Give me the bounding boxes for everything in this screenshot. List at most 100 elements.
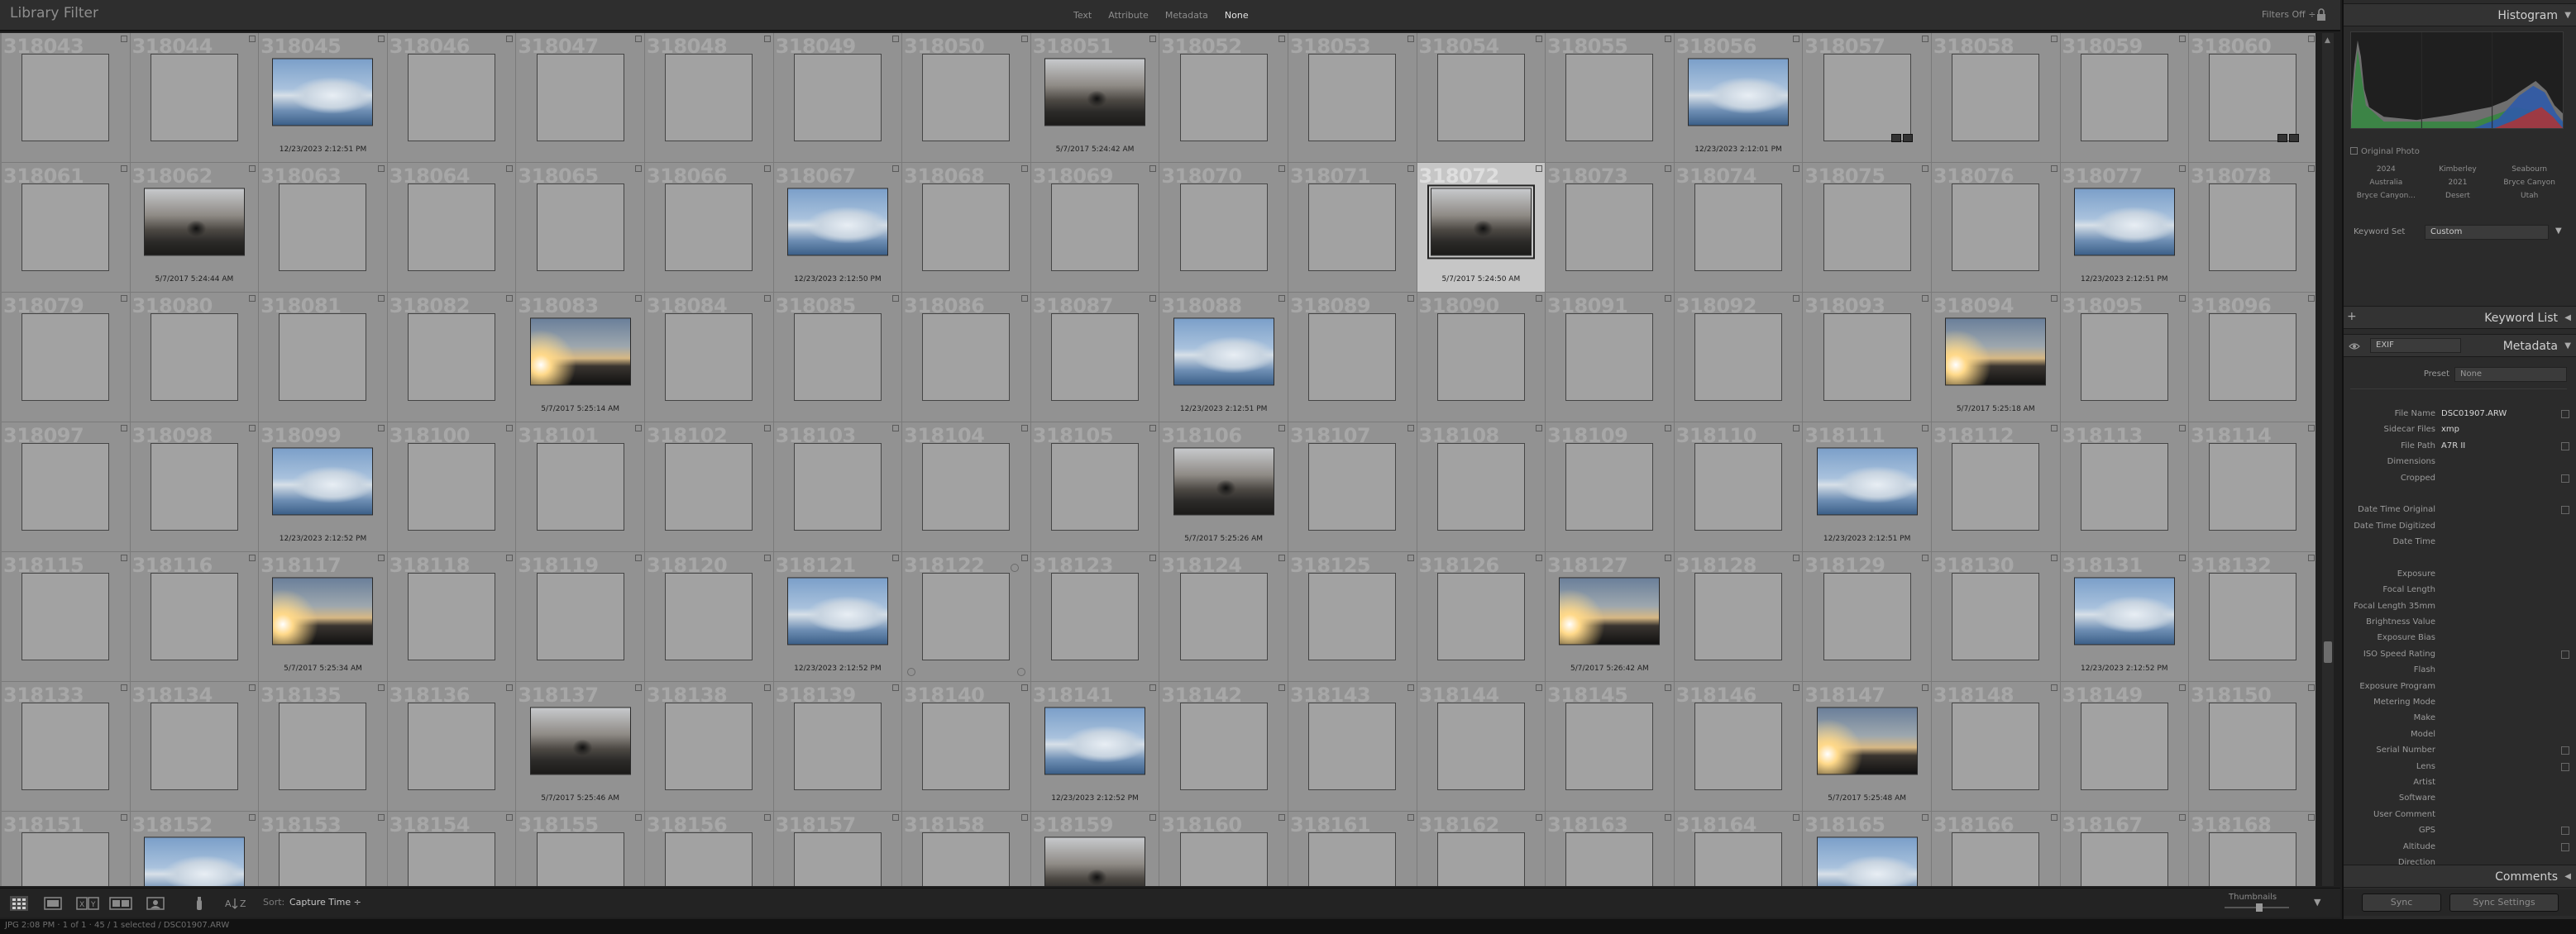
- grid-cell[interactable]: 318109: [1546, 422, 1675, 552]
- placeholder-thumbnail[interactable]: [536, 54, 624, 141]
- grid-cell[interactable]: 318144: [1417, 682, 1546, 812]
- quick-collection-marker-icon[interactable]: [1020, 165, 1028, 172]
- placeholder-thumbnail[interactable]: [1436, 443, 1525, 531]
- placeholder-thumbnail[interactable]: [408, 703, 496, 790]
- thumbnail-slider-knob[interactable]: [2256, 903, 2263, 912]
- grid-cell[interactable]: 318066: [644, 163, 774, 293]
- quick-collection-marker-icon[interactable]: [2307, 555, 2315, 561]
- grid-cell[interactable]: 318154: [387, 812, 517, 886]
- photo-thumbnail[interactable]: [1559, 577, 1661, 646]
- quick-collection-marker-icon[interactable]: [2307, 814, 2315, 821]
- quick-collection-marker-icon[interactable]: [634, 165, 642, 172]
- grid-cell[interactable]: 318070: [1159, 163, 1288, 293]
- grid-cell[interactable]: 318094 5/7/2017 5:25:18 AM: [1931, 293, 2061, 422]
- grid-cell[interactable]: 318088 12/23/2023 2:12:51 PM: [1159, 293, 1288, 422]
- placeholder-thumbnail[interactable]: [1308, 313, 1397, 401]
- placeholder-thumbnail[interactable]: [2209, 54, 2297, 141]
- keyword-button[interactable]: Bryce Canyon...: [2350, 192, 2422, 200]
- grid-cell[interactable]: 318051 5/7/2017 5:24:42 AM: [1030, 33, 1160, 163]
- quick-collection-marker-icon[interactable]: [2050, 555, 2057, 561]
- grid-cell[interactable]: 318110: [1674, 422, 1804, 552]
- grid-cell[interactable]: 318075: [1803, 163, 1932, 293]
- grid-cell[interactable]: 318136: [387, 682, 517, 812]
- placeholder-thumbnail[interactable]: [665, 703, 753, 790]
- grid-cell[interactable]: 318056 12/23/2023 2:12:01 PM: [1674, 33, 1804, 163]
- grid-cell[interactable]: 318080: [130, 293, 260, 422]
- grid-cell[interactable]: 318060: [2189, 33, 2316, 163]
- quick-collection-marker-icon[interactable]: [1149, 36, 1157, 42]
- grid-cell[interactable]: 318100: [387, 422, 517, 552]
- grid-cell[interactable]: 318118: [387, 552, 517, 682]
- placeholder-thumbnail[interactable]: [793, 54, 882, 141]
- metadata-value[interactable]: DSC01907.ARW: [2441, 409, 2507, 418]
- placeholder-thumbnail[interactable]: [922, 832, 1011, 886]
- grid-cell[interactable]: 318103: [773, 422, 903, 552]
- placeholder-thumbnail[interactable]: [536, 573, 624, 660]
- placeholder-thumbnail[interactable]: [1179, 183, 1268, 271]
- quick-collection-marker-icon[interactable]: [2179, 425, 2186, 431]
- placeholder-thumbnail[interactable]: [793, 443, 882, 531]
- placeholder-thumbnail[interactable]: [1051, 313, 1140, 401]
- grid-scroll-thumb[interactable]: [2324, 641, 2332, 663]
- placeholder-thumbnail[interactable]: [279, 832, 367, 886]
- photo-thumbnail[interactable]: [1044, 58, 1146, 126]
- quick-collection-marker-icon[interactable]: [1407, 814, 1414, 821]
- placeholder-thumbnail[interactable]: [1051, 443, 1140, 531]
- placeholder-thumbnail[interactable]: [1694, 832, 1783, 886]
- grid-cell[interactable]: 318125: [1288, 552, 1417, 682]
- quick-collection-marker-icon[interactable]: [1407, 684, 1414, 691]
- quick-collection-marker-icon[interactable]: [2050, 295, 2057, 302]
- grid-cell[interactable]: 318061: [2, 163, 131, 293]
- grid-cell[interactable]: 318132: [2189, 552, 2316, 682]
- quick-collection-marker-icon[interactable]: [1536, 555, 1543, 561]
- quick-collection-marker-icon[interactable]: [1020, 295, 1028, 302]
- quick-collection-marker-icon[interactable]: [2307, 165, 2315, 172]
- photo-thumbnail[interactable]: [786, 188, 888, 256]
- quick-collection-marker-icon[interactable]: [892, 165, 900, 172]
- quick-collection-marker-icon[interactable]: [120, 814, 127, 821]
- placeholder-thumbnail[interactable]: [150, 54, 238, 141]
- scroll-up-arrow-icon[interactable]: ▲: [2325, 36, 2330, 45]
- photo-thumbnail[interactable]: [2073, 577, 2175, 646]
- grid-cell[interactable]: 318155: [516, 812, 645, 886]
- quick-collection-marker-icon[interactable]: [1149, 555, 1157, 561]
- quick-collection-marker-icon[interactable]: [763, 165, 771, 172]
- quick-collection-marker-icon[interactable]: [1536, 814, 1543, 821]
- grid-cell[interactable]: 318101: [516, 422, 645, 552]
- grid-cell[interactable]: 318157: [773, 812, 903, 886]
- placeholder-thumbnail[interactable]: [1308, 703, 1397, 790]
- grid-cell[interactable]: 318069: [1030, 163, 1160, 293]
- metadata-action-icon[interactable]: [2561, 827, 2569, 836]
- placeholder-thumbnail[interactable]: [1694, 443, 1783, 531]
- quick-collection-marker-icon[interactable]: [377, 425, 385, 431]
- quick-collection-marker-icon[interactable]: [1664, 36, 1671, 42]
- placeholder-thumbnail[interactable]: [536, 183, 624, 271]
- placeholder-thumbnail[interactable]: [1694, 703, 1783, 790]
- filter-tab-text[interactable]: Text: [1067, 7, 1098, 23]
- grid-cell[interactable]: 318105: [1030, 422, 1160, 552]
- placeholder-thumbnail[interactable]: [793, 703, 882, 790]
- grid-cell[interactable]: 318073: [1546, 163, 1675, 293]
- grid-cell[interactable]: 318151: [2, 812, 131, 886]
- placeholder-thumbnail[interactable]: [1694, 183, 1783, 271]
- grid-cell[interactable]: 318063: [259, 163, 388, 293]
- grid-cell[interactable]: 318149: [2060, 682, 2190, 812]
- placeholder-thumbnail[interactable]: [1179, 54, 1268, 141]
- rotate-cw-icon[interactable]: [1016, 668, 1025, 676]
- quick-collection-marker-icon[interactable]: [1921, 684, 1928, 691]
- placeholder-thumbnail[interactable]: [408, 832, 496, 886]
- original-photo-checkbox[interactable]: [2350, 147, 2358, 155]
- quick-collection-marker-icon[interactable]: [634, 684, 642, 691]
- quick-collection-marker-icon[interactable]: [377, 295, 385, 302]
- quick-collection-marker-icon[interactable]: [1278, 36, 1285, 42]
- grid-cell[interactable]: 318140: [902, 682, 1031, 812]
- sync-settings-button[interactable]: Sync Settings: [2449, 893, 2559, 912]
- grid-cell[interactable]: 318095: [2060, 293, 2190, 422]
- metadata-value[interactable]: A7R II: [2441, 441, 2465, 450]
- loupe-view-icon[interactable]: [43, 896, 63, 911]
- grid-cell[interactable]: 318052: [1159, 33, 1288, 163]
- grid-cell[interactable]: 318158: [902, 812, 1031, 886]
- quick-collection-marker-icon[interactable]: [892, 814, 900, 821]
- grid-cell[interactable]: 318055: [1546, 33, 1675, 163]
- quick-collection-marker-icon[interactable]: [1278, 555, 1285, 561]
